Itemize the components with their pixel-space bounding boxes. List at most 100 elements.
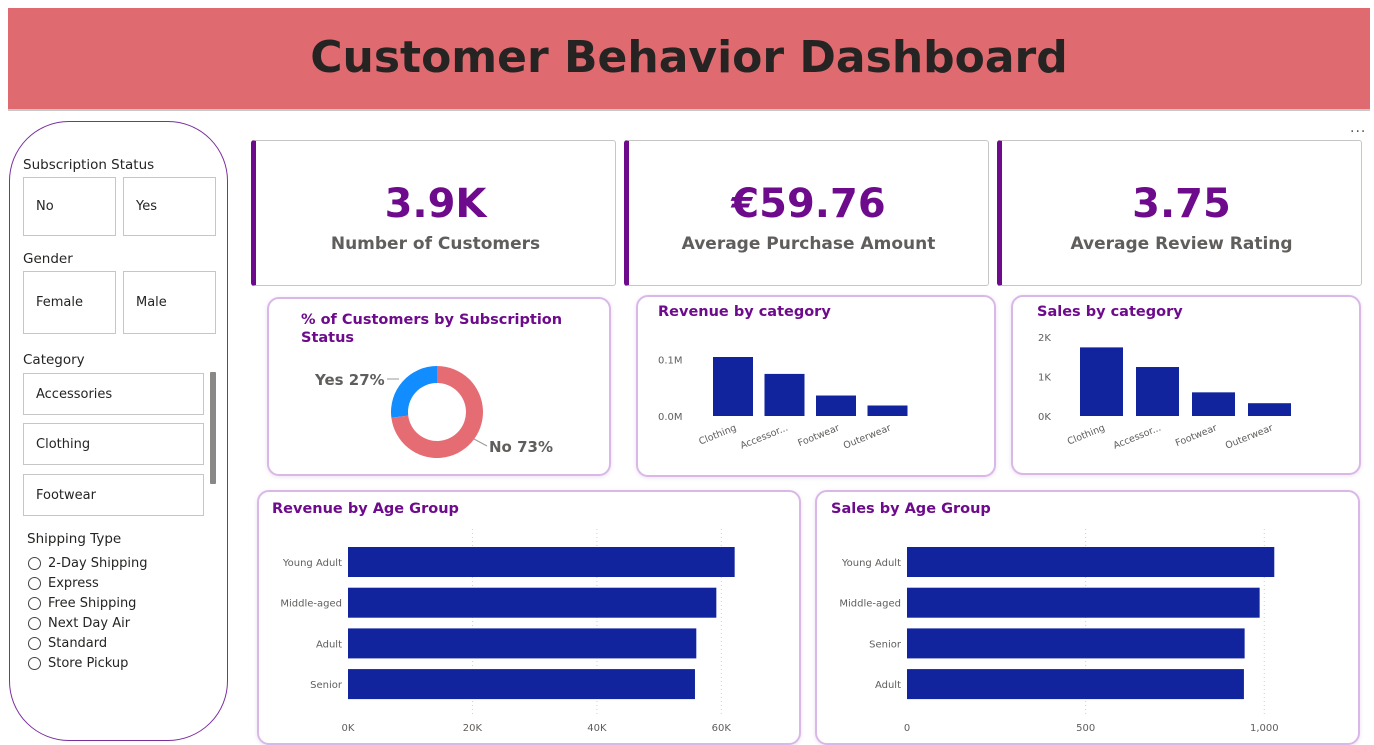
donut-chart[interactable]: Yes 27% No 73% (269, 299, 609, 474)
x-tick-label: 0K (342, 723, 355, 734)
revenue-by-age-card[interactable]: Revenue by Age Group 0K 20K 40K 60K Young Ad… (257, 490, 801, 745)
category-option-accessories[interactable]: Accessories (23, 373, 204, 415)
x-tick-label: Accessor... (739, 423, 790, 452)
category-option-clothing[interactable]: Clothing (23, 423, 204, 465)
y-tick-label: 0K (1038, 412, 1051, 423)
shipping-option-store-pickup[interactable]: Store Pickup (28, 656, 128, 671)
bar-0 (713, 357, 753, 416)
y-tick-label: 1K (1038, 373, 1051, 384)
subscription-option-no[interactable]: No (23, 177, 116, 236)
radio-icon[interactable] (28, 577, 41, 590)
shipping-option-express[interactable]: Express (28, 576, 99, 591)
bar-0 (1080, 347, 1123, 416)
shipping-option-label: Store Pickup (48, 656, 129, 671)
shipping-option-label: Free Shipping (48, 596, 137, 611)
radio-icon[interactable] (28, 657, 41, 670)
category-scrollbar[interactable] (210, 372, 216, 484)
shipping-option-label: Express (48, 576, 99, 591)
shipping-option-2day[interactable]: 2-Day Shipping (28, 556, 147, 571)
gender-option-female[interactable]: Female (23, 271, 116, 334)
sales-by-age-chart[interactable]: 0 500 1,000 Young Adult Middle-aged Senior Adu… (817, 492, 1358, 743)
subscription-option-yes[interactable]: Yes (123, 177, 216, 236)
category-option-footwear[interactable]: Footwear (23, 474, 204, 516)
bar-3 (907, 669, 1244, 700)
shipping-option-label: 2-Day Shipping (48, 556, 148, 571)
y-tick-label: 0.1M (658, 355, 683, 366)
x-tick-label: Clothing (697, 423, 738, 448)
bar-2 (1192, 392, 1235, 416)
x-tick-label: 20K (463, 723, 483, 734)
x-tick-label: 1,000 (1250, 723, 1279, 734)
bar-1 (907, 587, 1260, 618)
bar-2 (348, 628, 697, 659)
shipping-option-label: Next Day Air (48, 616, 131, 631)
kpi-value: €59.76 (731, 181, 886, 227)
y-tick-label: Young Adult (841, 558, 901, 569)
category-slicer-title: Category (23, 352, 85, 368)
sales-by-category-card[interactable]: Sales by category 0K 1K 2K Clothing Accessor… (1011, 295, 1361, 475)
x-tick-label: Clothing (1066, 423, 1107, 448)
x-tick-label: Footwear (796, 423, 841, 450)
shipping-option-next-day-air[interactable]: Next Day Air (28, 616, 130, 631)
sales-by-category-chart[interactable]: 0K 1K 2K Clothing Accessor... Footwear Outerwe… (1013, 297, 1359, 473)
donut-label-no: No 73% (489, 438, 553, 456)
gender-option-male[interactable]: Male (123, 271, 216, 334)
y-tick-label: Senior (869, 639, 902, 650)
x-tick-label: 500 (1076, 723, 1095, 734)
y-tick-label: Middle-aged (280, 599, 342, 610)
dashboard-header: Customer Behavior Dashboard (8, 8, 1370, 111)
revenue-by-category-chart[interactable]: 0.0M 0.1M Clothing Accessor... Footwear Outer… (638, 297, 994, 475)
gender-slicer-title: Gender (23, 251, 73, 267)
donut-label-yes: Yes 27% (314, 371, 385, 389)
bar-3 (1248, 403, 1291, 416)
y-tick-label: Senior (310, 680, 343, 691)
radio-icon[interactable] (28, 557, 41, 570)
kpi-label: Number of Customers (330, 234, 541, 254)
bar-2 (907, 628, 1245, 659)
radio-icon[interactable] (28, 637, 41, 650)
subscription-donut-card[interactable]: % of Customers by Subscription Status Ye… (267, 297, 611, 476)
revenue-by-age-chart[interactable]: 0K 20K 40K 60K Young Adult Middle-aged Adult Se… (259, 492, 799, 743)
kpi-card-purchase-amount: €59.76 Average Purchase Amount (624, 140, 989, 286)
bar-3 (867, 405, 908, 416)
kpi-value: 3.75 (1132, 181, 1231, 227)
donut-slice-yes (391, 366, 437, 418)
radio-icon[interactable] (28, 597, 41, 610)
more-options-icon[interactable]: ... (1350, 120, 1366, 136)
kpi-label: Average Review Rating (1070, 234, 1293, 254)
y-tick-label: Adult (875, 680, 901, 691)
bar-1 (348, 587, 717, 618)
page-title: Customer Behavior Dashboard (310, 32, 1068, 83)
subscription-slicer-title: Subscription Status (23, 157, 155, 173)
shipping-option-label: Standard (48, 636, 108, 651)
radio-icon[interactable] (28, 617, 41, 630)
bar-0 (907, 547, 1275, 577)
bar-1 (764, 373, 805, 416)
y-tick-label: 2K (1038, 333, 1051, 344)
kpi-card-customers: 3.9K Number of Customers (251, 140, 616, 286)
sales-by-age-card[interactable]: Sales by Age Group 0 500 1,000 Young Adult M… (815, 490, 1360, 745)
shipping-slicer-title: Shipping Type (27, 531, 122, 547)
bar-0 (348, 547, 735, 577)
y-tick-label: Adult (316, 639, 342, 650)
y-tick-label: 0.0M (658, 412, 683, 423)
x-tick-label: Footwear (1174, 423, 1219, 450)
x-tick-label: 60K (712, 723, 732, 734)
kpi-card-review-rating: 3.75 Average Review Rating (997, 140, 1362, 286)
y-tick-label: Young Adult (282, 558, 342, 569)
shipping-option-standard[interactable]: Standard (28, 636, 107, 651)
x-tick-label: Accessor... (1112, 423, 1163, 452)
bar-2 (816, 395, 856, 416)
donut-leader-line (473, 438, 488, 447)
bar-3 (348, 669, 695, 700)
bar-1 (1136, 367, 1179, 416)
kpi-label: Average Purchase Amount (681, 234, 936, 254)
x-tick-label: Outerwear (842, 423, 893, 452)
revenue-by-category-card[interactable]: Revenue by category 0.0M 0.1M Clothing Acce… (636, 295, 996, 477)
shipping-option-free[interactable]: Free Shipping (28, 596, 136, 611)
x-tick-label: Outerwear (1224, 423, 1275, 452)
y-tick-label: Middle-aged (839, 599, 901, 610)
x-tick-label: 0 (904, 723, 910, 734)
kpi-value: 3.9K (384, 181, 487, 227)
x-tick-label: 40K (587, 723, 607, 734)
